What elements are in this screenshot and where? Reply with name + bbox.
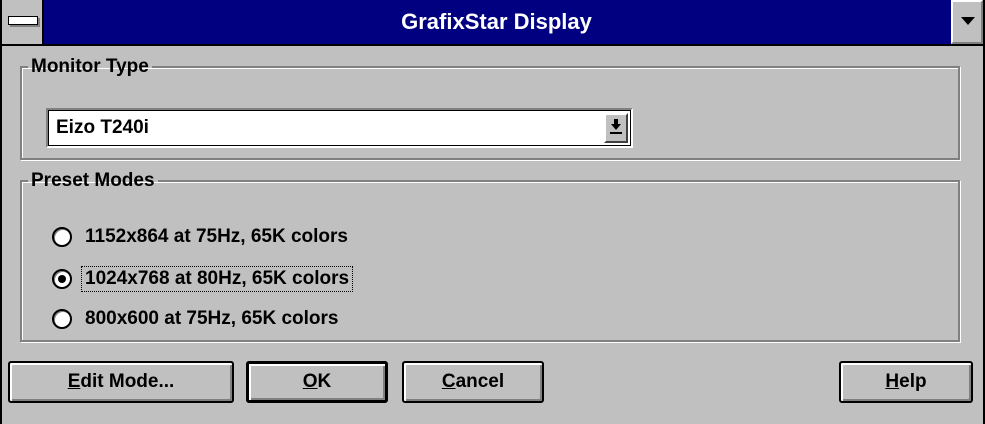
preset-mode-label: 800x600 at 75Hz, 65K colors [85,308,339,329]
radio-button[interactable] [52,309,72,329]
preset-modes-label: Preset Modes [31,170,155,191]
system-menu-icon[interactable] [2,0,44,44]
monitor-type-label: Monitor Type [31,56,149,77]
minimize-arrow-icon[interactable] [951,0,983,44]
radio-button[interactable] [52,227,72,247]
ok-button[interactable]: OK [246,361,388,403]
monitor-type-group: Monitor Type Eizo T240i [20,56,960,160]
preset-mode-option-2[interactable]: 1024x768 at 80Hz, 65K colors [52,264,354,294]
preset-mode-label: 1152x864 at 75Hz, 65K colors [85,226,349,247]
preset-modes-group: Preset Modes 1152x864 at 75Hz, 65K color… [20,170,960,342]
dropdown-arrow-icon[interactable] [604,113,628,143]
preset-mode-option-1[interactable]: 1152x864 at 75Hz, 65K colors [52,222,351,252]
window-title: GrafixStar Display [401,9,592,34]
preset-mode-label: 1024x768 at 80Hz, 65K colors [80,266,354,292]
edit-mode-button[interactable]: Edit Mode... [8,361,234,403]
monitor-type-dropdown[interactable]: Eizo T240i [46,108,633,148]
dialog-window: GrafixStar Display Monitor Type Eizo T24… [0,0,985,424]
title-bar[interactable]: GrafixStar Display [2,0,983,46]
cancel-button[interactable]: Cancel [402,361,544,403]
monitor-type-value: Eizo T240i [56,117,149,138]
preset-mode-option-3[interactable]: 800x600 at 75Hz, 65K colors [52,304,342,334]
radio-button-selected[interactable] [52,269,72,289]
help-button[interactable]: Help [839,361,973,403]
